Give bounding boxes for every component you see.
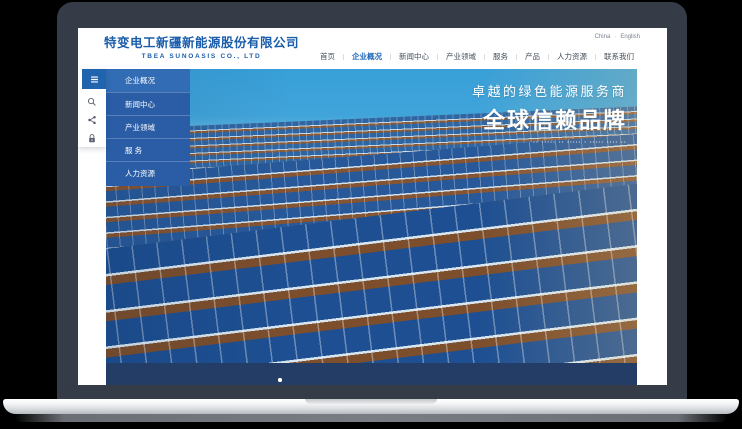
hero-headline-main: 全球信赖品牌 (472, 103, 627, 135)
logo-subtitle: TBEA SUNOASIS CO., LTD (104, 53, 299, 60)
sidebar-item-label: 企业概况 (125, 76, 155, 85)
nav-item-news-center[interactable]: 新闻中心 (391, 51, 437, 62)
logo-title: 特变电工新疆新能源股份有限公司 (104, 32, 299, 51)
sidebar-item-service[interactable]: 服 务 (106, 138, 190, 161)
site-header: 特变电工新疆新能源股份有限公司 TBEA SUNOASIS CO., LTD C… (78, 28, 667, 69)
hero-tagline: •• ••••• •• ••••• • ••••• •••• •• (472, 139, 627, 144)
lang-china[interactable]: China (595, 34, 611, 40)
sidebar-menu: 企业概况 新闻中心 产业领域 服 务 人力资源 (106, 69, 190, 186)
laptop-base-shadow (14, 414, 728, 422)
hamburger-icon (89, 74, 100, 85)
nav-item-home[interactable]: 首页 (312, 51, 343, 62)
sidebar-item-industry-fields[interactable]: 产业领域 (106, 115, 190, 138)
page-footer (106, 363, 637, 385)
sidebar-item-news-center[interactable]: 新闻中心 (106, 92, 190, 115)
sidebar-item-label: 人力资源 (125, 169, 155, 178)
lock-icon (87, 133, 97, 144)
nav-item-contact-us[interactable]: 联系我们 (596, 51, 642, 62)
lang-english[interactable]: English (620, 34, 640, 40)
site-logo[interactable]: 特变电工新疆新能源股份有限公司 TBEA SUNOASIS CO., LTD (104, 32, 299, 60)
hero-text: 卓越的绿色能源服务商 全球信赖品牌 •• ••••• •• ••••• • ••… (472, 81, 627, 144)
laptop-base-notch (305, 399, 437, 404)
nav-item-service[interactable]: 服务 (485, 51, 516, 62)
laptop-base (3, 399, 739, 414)
quick-toolbar (78, 69, 106, 147)
menu-button[interactable] (82, 69, 106, 89)
sidebar-item-label: 产业领域 (125, 123, 155, 132)
slider-dot[interactable] (278, 378, 282, 382)
main-nav: 首页 企业概况 新闻中心 产业领域 服务 产品 人力资源 联系我们 (312, 51, 642, 62)
scene: 特变电工新疆新能源股份有限公司 TBEA SUNOASIS CO., LTD C… (0, 0, 742, 429)
nav-item-human-resources[interactable]: 人力资源 (549, 51, 595, 62)
language-switch: China · English (595, 34, 640, 40)
lock-button[interactable] (78, 130, 106, 146)
nav-item-industry-fields[interactable]: 产业领域 (438, 51, 484, 62)
sidebar-item-company-profile[interactable]: 企业概况 (106, 69, 190, 92)
sidebar-item-human-resources[interactable]: 人力资源 (106, 161, 190, 184)
laptop-screen: 特变电工新疆新能源股份有限公司 TBEA SUNOASIS CO., LTD C… (57, 2, 687, 400)
sidebar-item-label: 新闻中心 (125, 100, 155, 109)
hero-headline-top: 卓越的绿色能源服务商 (472, 81, 627, 100)
search-button[interactable] (78, 94, 106, 110)
nav-item-products[interactable]: 产品 (517, 51, 548, 62)
share-icon (87, 115, 97, 125)
webpage: 特变电工新疆新能源股份有限公司 TBEA SUNOASIS CO., LTD C… (78, 28, 667, 385)
search-icon (87, 97, 97, 107)
lang-separator: · (614, 34, 616, 40)
sidebar-item-label: 服 务 (125, 146, 142, 155)
share-button[interactable] (78, 112, 106, 128)
nav-item-company-profile[interactable]: 企业概况 (344, 51, 390, 62)
